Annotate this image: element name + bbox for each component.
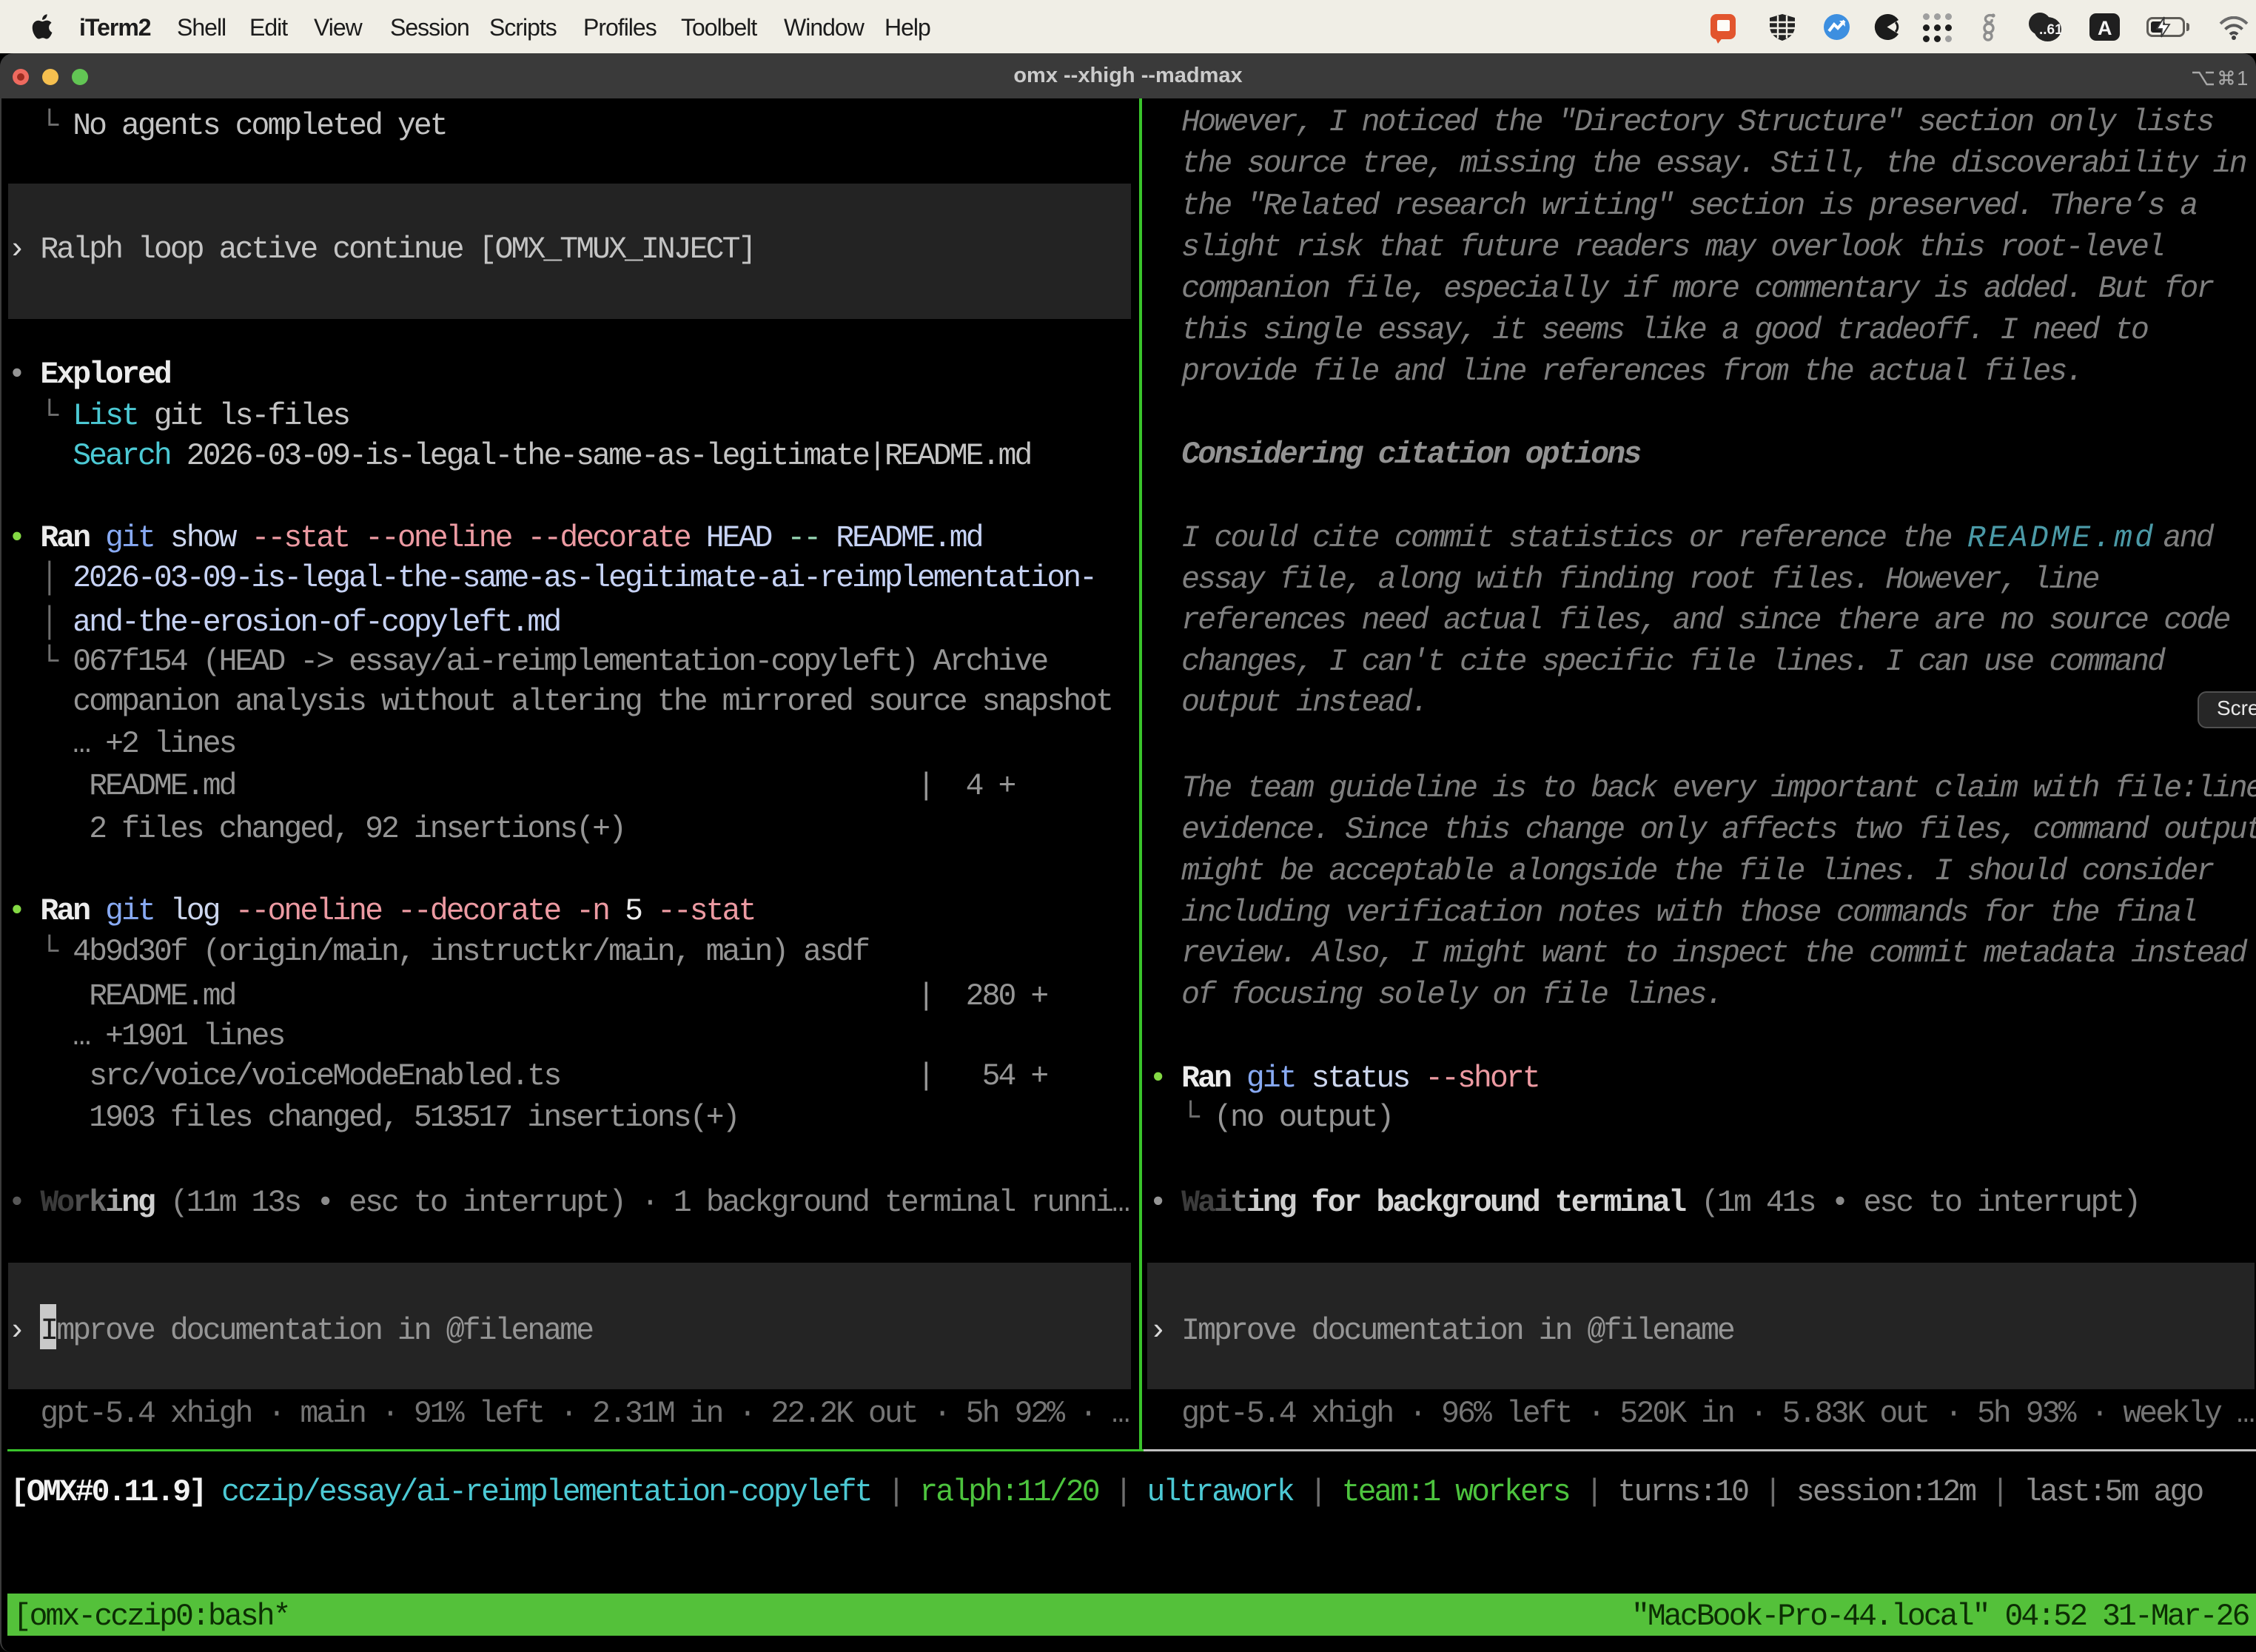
svg-text:1: 1 [2237,67,2247,90]
